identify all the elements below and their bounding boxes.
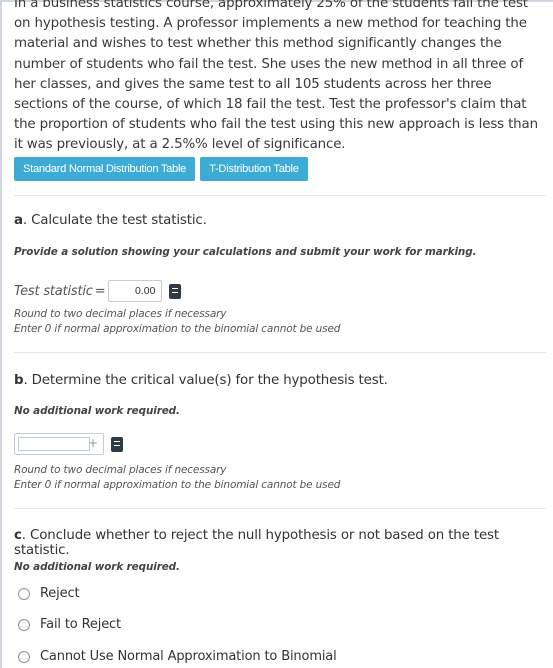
equals-sign: = — [94, 283, 106, 299]
option-label: Reject — [40, 586, 80, 601]
test-statistic-input[interactable] — [108, 280, 163, 302]
add-value-icon[interactable]: + — [88, 436, 98, 450]
calculator-book-icon[interactable] — [169, 283, 182, 299]
test-statistic-label: Test statistic — [14, 283, 93, 299]
question-panel: In a business statistics course, approxi… — [14, 0, 546, 664]
t-distribution-table-button[interactable]: T-Distribution Table — [200, 157, 308, 181]
part-c-instruction: No additional work required. — [14, 561, 180, 573]
divider-a — [14, 195, 546, 196]
critical-value-row: + — [14, 433, 123, 455]
radio-circle[interactable] — [18, 618, 30, 631]
part-b-instruction: No additional work required. — [14, 405, 180, 417]
part-a-instruction: Provide a solution showing your calculat… — [14, 246, 477, 258]
left-border — [0, 0, 2, 668]
part-a-note-zero: Enter 0 if normal approximation to the b… — [14, 323, 341, 335]
part-c-question: . Conclude whether to reject the null hy… — [14, 528, 499, 558]
problem-statement: In a business statistics course, approxi… — [14, 0, 538, 153]
part-c-title: c. Conclude whether to reject the null h… — [14, 528, 546, 558]
critical-value-field[interactable] — [18, 437, 90, 451]
part-a-title: a. Calculate the test statistic. — [14, 213, 207, 228]
option-reject[interactable]: Reject — [18, 586, 80, 601]
part-b-note-zero: Enter 0 if normal approximation to the b… — [14, 479, 341, 491]
test-statistic-row: Test statistic = — [14, 280, 182, 302]
option-label: Cannot Use Normal Approximation to Binom… — [40, 649, 337, 664]
option-cannot-use-normal[interactable]: Cannot Use Normal Approximation to Binom… — [18, 649, 337, 664]
critical-value-input[interactable]: + — [14, 433, 104, 455]
radio-circle[interactable] — [18, 587, 30, 600]
option-fail-to-reject[interactable]: Fail to Reject — [18, 617, 121, 632]
radio-circle[interactable] — [18, 650, 30, 663]
table-buttons: Standard Normal Distribution Table T-Dis… — [14, 157, 308, 181]
option-label: Fail to Reject — [40, 617, 121, 632]
part-a-note-round: Round to two decimal places if necessary — [14, 308, 227, 320]
divider-b — [14, 352, 546, 353]
standard-normal-table-button[interactable]: Standard Normal Distribution Table — [14, 157, 196, 181]
part-a-letter: a — [14, 213, 23, 228]
calculator-book-icon-b[interactable] — [111, 436, 123, 452]
divider-c — [14, 508, 546, 509]
part-a-question: . Calculate the test statistic. — [22, 213, 207, 228]
part-b-question: . Determine the critical value(s) for th… — [23, 373, 388, 388]
part-b-note-round: Round to two decimal places if necessary — [14, 464, 227, 476]
part-c-letter: c — [14, 528, 22, 543]
part-b-title: b. Determine the critical value(s) for t… — [14, 373, 388, 388]
